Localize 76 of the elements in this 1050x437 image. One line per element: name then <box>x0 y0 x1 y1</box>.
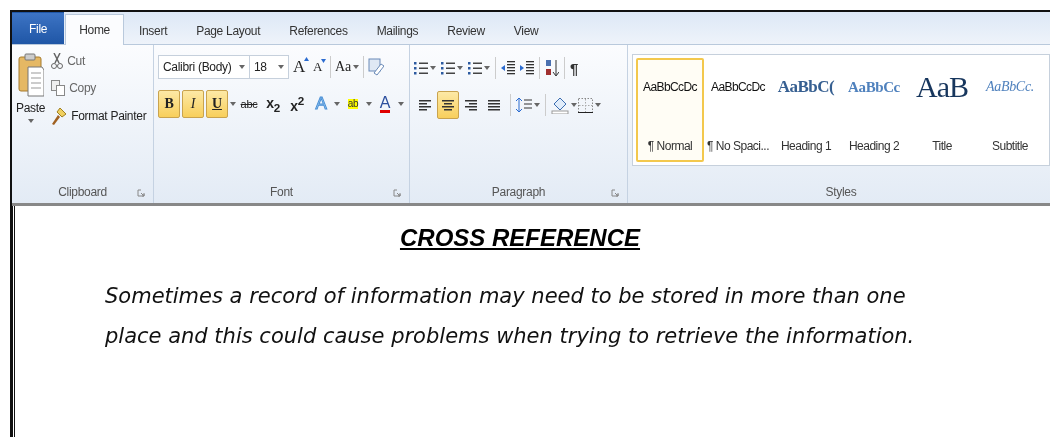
file-tab[interactable]: File <box>12 12 65 44</box>
caret-icon[interactable] <box>534 103 540 107</box>
down-arrow-icon <box>321 59 327 63</box>
copy-button[interactable]: Copy <box>69 81 96 95</box>
ribbon-tab[interactable]: Mailings <box>362 16 433 44</box>
caret-icon[interactable] <box>27 119 34 123</box>
shrink-font-button[interactable]: A <box>313 59 327 75</box>
style-item[interactable]: AaBbCcDc ¶ No Spaci... <box>704 58 772 162</box>
format-painter-button[interactable]: Format Painter <box>71 109 147 123</box>
caret-icon[interactable] <box>278 65 284 69</box>
cut-button[interactable]: Cut <box>67 54 85 68</box>
style-item[interactable]: AaB Title <box>908 58 976 162</box>
ribbon-tab[interactable]: References <box>275 16 362 44</box>
ribbon-tab[interactable]: Review <box>433 16 499 44</box>
multilevel-list-icon[interactable] <box>468 61 482 75</box>
up-arrow-icon <box>304 57 309 61</box>
scissors-icon[interactable] <box>51 53 64 69</box>
caret-icon[interactable] <box>595 103 601 107</box>
borders-icon[interactable] <box>578 97 593 113</box>
numbering-icon[interactable] <box>441 61 455 75</box>
grow-font-button[interactable]: A <box>293 57 309 77</box>
clear-formatting-icon[interactable] <box>367 58 384 76</box>
italic-button[interactable]: I <box>182 90 204 118</box>
group-label: Clipboard <box>58 185 107 199</box>
bullets-icon[interactable] <box>414 61 428 75</box>
caret-icon[interactable] <box>334 102 340 106</box>
style-item[interactable]: AaBbCcDc ¶ Normal <box>636 58 704 162</box>
caret-icon[interactable] <box>398 102 404 106</box>
underline-button[interactable]: U <box>206 90 228 118</box>
copy-icon[interactable] <box>51 80 66 96</box>
subscript-button[interactable]: x$_{2}$ <box>262 90 284 118</box>
superscript-button[interactable]: x$^{2}$ <box>286 90 308 118</box>
caret-icon[interactable] <box>366 102 372 106</box>
ribbon-tab[interactable]: Insert <box>124 16 182 44</box>
document-heading: CROSS REFERENCE <box>399 224 640 252</box>
style-item[interactable]: AaBbC( Heading 1 <box>772 58 840 162</box>
style-item[interactable]: AaBbCc. Subtitle <box>976 58 1044 162</box>
caret-icon[interactable] <box>571 103 577 107</box>
style-item[interactable]: AaBbCc Heading 2 <box>840 58 908 162</box>
caret-icon[interactable] <box>484 66 490 70</box>
show-marks-button[interactable]: ¶ <box>570 59 579 77</box>
group-label: Font <box>270 185 293 199</box>
change-case-button[interactable]: Aa <box>335 59 351 75</box>
ribbon-tab[interactable]: Page Layout <box>182 16 275 44</box>
decrease-indent-icon[interactable] <box>501 61 515 75</box>
paste-button[interactable]: Paste <box>16 101 46 115</box>
group-label: Paragraph <box>491 185 546 199</box>
text-lines-icon <box>419 99 431 111</box>
dialog-launcher-icon[interactable] <box>393 189 401 197</box>
ribbon-tab[interactable]: View <box>499 16 553 44</box>
group-label: Styles <box>825 185 857 199</box>
line-spacing-icon[interactable] <box>516 97 532 113</box>
ribbon-tab[interactable]: Home <box>65 14 124 45</box>
document-paragraph: Sometimes a record of information may need to be stored in more than one place and this could cause problems when trying to retrieve the information. <box>105 283 916 350</box>
caret-icon[interactable] <box>430 66 436 70</box>
bold-button[interactable]: B <box>158 90 180 118</box>
paintbrush-icon[interactable] <box>51 107 68 125</box>
caret-icon[interactable] <box>239 65 245 69</box>
strikethrough-button[interactable]: abc <box>238 90 260 118</box>
paste-icon[interactable] <box>17 53 44 97</box>
caret-icon[interactable] <box>230 102 236 106</box>
increase-indent-icon[interactable] <box>520 61 534 75</box>
text-lines-icon <box>488 99 500 111</box>
align-center-button[interactable] <box>437 91 459 119</box>
dialog-launcher-icon[interactable] <box>611 189 619 197</box>
caret-icon[interactable] <box>457 66 463 70</box>
font-color-button[interactable]: A <box>374 90 396 118</box>
text-lines-icon <box>442 99 454 111</box>
text-lines-icon <box>465 99 477 111</box>
font-name-field[interactable]: Calibri (Body) <box>158 55 250 79</box>
paint-bucket-icon[interactable] <box>551 96 569 114</box>
sort-icon[interactable] <box>545 59 559 77</box>
font-size-field[interactable]: 18 <box>249 55 289 79</box>
caret-icon[interactable] <box>352 65 359 69</box>
dialog-launcher-icon[interactable] <box>137 189 145 197</box>
highlight-button[interactable]: ab <box>342 90 364 118</box>
